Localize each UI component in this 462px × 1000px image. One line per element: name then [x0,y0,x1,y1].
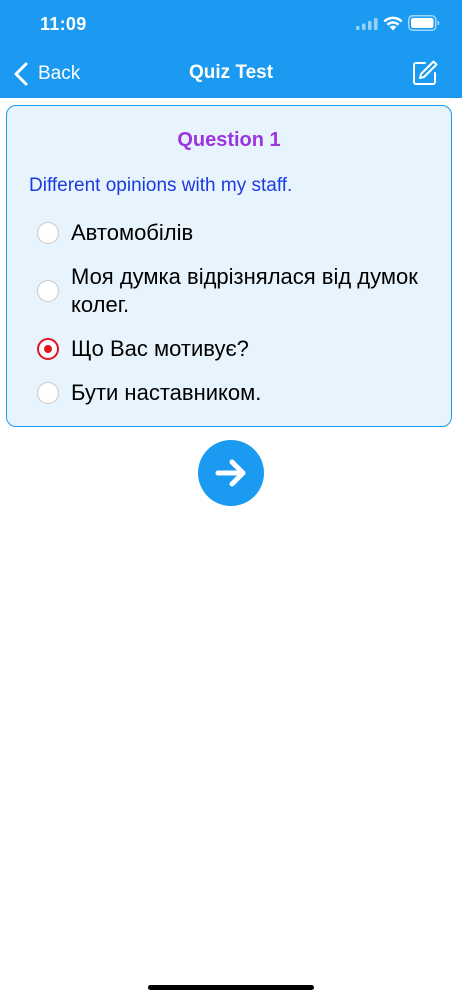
radio-button[interactable] [37,382,59,404]
radio-button[interactable] [37,222,59,244]
answer-label: Бути наставником. [71,380,262,405]
answer-option-3[interactable]: Що Вас мотивує? [37,335,437,363]
header: 11:09 Back Quiz Test [0,0,462,98]
question-card: Question 1 Different opinions with my st… [6,105,452,427]
radio-button[interactable] [37,280,59,302]
wifi-icon [383,16,403,31]
home-indicator [148,985,314,990]
radio-button-selected[interactable] [37,338,59,360]
answer-label: Моя думка відрізнялася від думок колег. [71,264,418,317]
next-button[interactable] [198,440,264,506]
status-time: 11:09 [40,14,87,34]
compose-icon[interactable] [411,59,439,87]
arrow-right-icon [215,459,246,487]
question-title: Question 1 [177,129,281,151]
battery-icon [408,15,440,31]
answer-option-2[interactable]: Моя думка відрізнялася від думок колег. [37,263,437,319]
answer-label: Автомобілів [71,220,194,245]
answer-option-4[interactable]: Бути наставником. [37,379,437,407]
cellular-signal-icon [356,18,378,30]
page-title: Quiz Test [188,62,274,83]
status-bar: 11:09 [0,0,462,48]
answer-label: Що Вас мотивує? [71,336,249,361]
answer-option-1[interactable]: Автомобілів [37,219,437,247]
question-text: Different opinions with my staff. [29,175,293,196]
